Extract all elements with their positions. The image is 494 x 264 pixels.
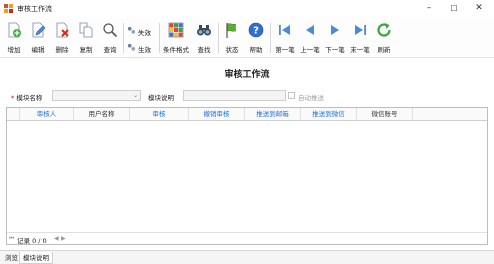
- help-button[interactable]: ? 帮助: [246, 21, 266, 55]
- page-title: 审核工作流: [224, 70, 270, 80]
- next-page-button[interactable]: ▶: [61, 235, 66, 242]
- column-header-push-to-email[interactable]: 推送到邮箱: [245, 108, 301, 120]
- auto-push-label: 自动推送: [298, 94, 324, 102]
- column-header-review[interactable]: 审核: [130, 108, 189, 120]
- column-header-cancel-review[interactable]: 撤销审核: [189, 108, 245, 120]
- data-grid[interactable]: 审核人 用户名称 审核 撤销审核 推送到邮箱 推送到微信 微信账号 ⏮ 记录 0…: [6, 107, 488, 245]
- module-desc-input[interactable]: [183, 90, 286, 101]
- first-page-button[interactable]: ⏮: [9, 235, 14, 243]
- refresh-button-label: 刷新: [377, 46, 391, 54]
- column-header-reviewer[interactable]: 审核人: [20, 108, 74, 120]
- module-name-label-text: 模块名称: [16, 94, 43, 102]
- minimize-button[interactable]: –: [419, 2, 439, 15]
- toolbar-separator: [123, 23, 124, 53]
- row-indicator-header: [7, 108, 20, 120]
- tab-strip: 浏览 模块说明: [0, 250, 494, 264]
- auto-push-checkbox[interactable]: [288, 92, 295, 99]
- svg-text:?: ?: [253, 26, 259, 37]
- enable-button[interactable]: 生效: [127, 43, 157, 54]
- next-record-button[interactable]: 下一笔: [324, 21, 346, 55]
- search-icon: [103, 23, 118, 38]
- find-button[interactable]: 查找: [194, 21, 214, 55]
- disable-button-label: 失效: [138, 29, 151, 37]
- previous-record-button[interactable]: 上一笔: [299, 21, 321, 55]
- last-record-button[interactable]: 末一笔: [349, 21, 371, 55]
- required-mark: *: [11, 94, 15, 102]
- status-button[interactable]: 状态: [222, 21, 242, 55]
- flag-icon: [226, 23, 236, 38]
- find-button-label: 查找: [197, 46, 211, 54]
- module-name-combobox[interactable]: ⌄: [52, 90, 141, 101]
- maximize-button[interactable]: ☐: [444, 2, 464, 15]
- previous-record-icon: [306, 25, 314, 35]
- chevron-down-icon[interactable]: ⌄: [133, 91, 138, 101]
- column-header-push-to-wechat[interactable]: 推送到微信: [301, 108, 357, 120]
- conditional-format-button-label: 条件格式: [163, 46, 189, 54]
- module-desc-label: 模块说明: [148, 94, 174, 102]
- disable-icon: [127, 26, 136, 34]
- close-button[interactable]: ✕: [469, 2, 489, 15]
- toolbar: 增加 编辑 删除 复制 查询 失效 生效 条件格式 查找 状态 ? 帮助 第一笔…: [0, 18, 494, 58]
- grid-header: 审核人 用户名称 审核 撤销审核 推送到邮箱 推送到微信 微信账号: [7, 108, 487, 121]
- first-record-button[interactable]: 第一笔: [274, 21, 296, 55]
- module-name-label: * 模块名称: [11, 92, 42, 102]
- refresh-button[interactable]: 刷新: [374, 21, 394, 55]
- last-record-icon: [355, 25, 366, 35]
- delete-document-icon: [56, 22, 69, 38]
- title-bar: 审核工作流 – ☐ ✕: [0, 0, 494, 18]
- help-icon: ?: [248, 22, 264, 38]
- edit-document-icon: [32, 22, 46, 38]
- enable-icon: [127, 43, 136, 51]
- delete-button[interactable]: 删除: [52, 21, 72, 55]
- copy-button[interactable]: 复制: [76, 21, 96, 55]
- first-record-icon: [279, 25, 290, 35]
- enable-button-label: 生效: [138, 46, 151, 54]
- conditional-format-icon: [168, 22, 184, 38]
- disable-button[interactable]: 失效: [127, 26, 157, 37]
- app-icon: [4, 4, 14, 14]
- previous-page-button[interactable]: ◀: [54, 235, 59, 242]
- grid-navigator: ⏮ 记录 0 / 0 ◀ ▶: [7, 232, 487, 245]
- next-record-icon: [331, 25, 339, 35]
- column-header-wechat-account[interactable]: 微信账号: [357, 108, 413, 120]
- conditional-format-button[interactable]: 条件格式: [163, 21, 189, 55]
- query-button-label: 查询: [103, 46, 117, 54]
- column-header-user-name[interactable]: 用户名称: [74, 108, 130, 120]
- help-button-label: 帮助: [249, 46, 263, 54]
- query-button[interactable]: 查询: [100, 21, 120, 55]
- add-button[interactable]: 增加: [4, 21, 24, 55]
- tab-module-description[interactable]: 模块说明: [19, 252, 53, 264]
- copy-document-icon: [79, 22, 93, 38]
- edit-button[interactable]: 编辑: [28, 21, 48, 55]
- binoculars-icon: [197, 25, 211, 36]
- window-title: 审核工作流: [17, 5, 52, 13]
- refresh-icon: [377, 23, 391, 37]
- add-document-icon: [8, 22, 21, 38]
- record-counter: 记录 0 / 0: [17, 237, 47, 245]
